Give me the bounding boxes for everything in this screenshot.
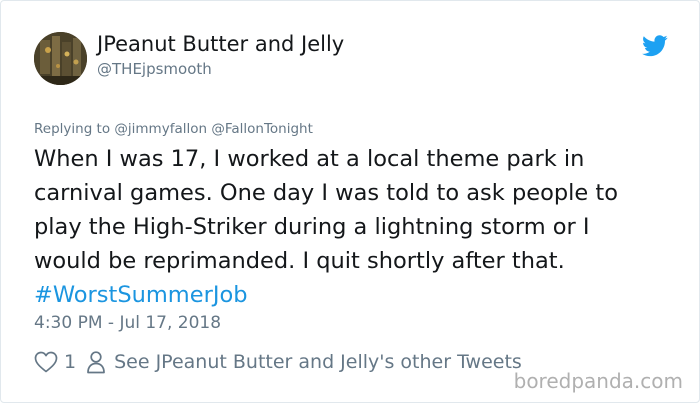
see-other-tweets-link[interactable]: See JPeanut Butter and Jelly's other Twe… — [114, 351, 522, 373]
user-handle[interactable]: @THEjpsmooth — [97, 60, 212, 78]
tweet-text: When I was 17, I worked at a local theme… — [34, 142, 674, 312]
tweet-actions: 1 See JPeanut Butter and Jelly's other T… — [34, 347, 522, 377]
person-icon[interactable] — [86, 350, 106, 374]
twitter-bird-icon[interactable] — [642, 35, 668, 57]
replying-to: Replying to @jimmyfallon @FallonTonight — [34, 121, 313, 137]
avatar[interactable] — [34, 32, 87, 85]
tweet-text-line: play the High-Striker during a lightning… — [34, 214, 590, 240]
avatar-image — [34, 32, 87, 85]
tweet-text-line: would be reprimanded. I quit shortly aft… — [34, 248, 565, 274]
timestamp[interactable]: 4:30 PM - Jul 17, 2018 — [34, 313, 221, 333]
tweet-text-line: When I was 17, I worked at a local theme… — [34, 146, 585, 172]
heart-icon[interactable] — [34, 351, 58, 373]
like-count: 1 — [64, 351, 77, 373]
tweet-text-line: carnival games. One day I was told to as… — [34, 180, 618, 206]
tweet-card: JPeanut Butter and Jelly @THEjpsmooth Re… — [0, 0, 700, 403]
display-name[interactable]: JPeanut Butter and Jelly — [97, 32, 344, 56]
watermark: boredpanda.com — [513, 369, 683, 393]
hashtag-link[interactable]: #WorstSummerJob — [34, 278, 674, 312]
